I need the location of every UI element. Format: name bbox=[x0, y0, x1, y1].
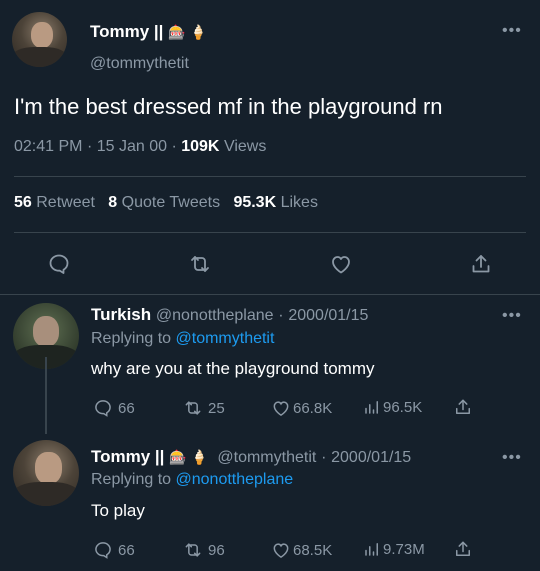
more-options-icon[interactable]: ••• bbox=[502, 22, 522, 40]
author-emoji: 🎰 🍦 bbox=[168, 24, 207, 40]
author-name[interactable]: Tommy || 🎰 🍦 bbox=[90, 22, 207, 42]
meta-sep: · bbox=[321, 449, 327, 466]
meta-sep: · bbox=[86, 138, 93, 155]
reply-retweet-action[interactable]: 25 bbox=[183, 398, 225, 418]
like-icon[interactable] bbox=[329, 252, 353, 276]
reply-retweet-action[interactable]: 96 bbox=[183, 540, 225, 560]
quotes-count: 8 bbox=[108, 194, 118, 211]
reply-views-action[interactable]: 96.5K bbox=[363, 398, 422, 416]
share-icon[interactable] bbox=[453, 397, 473, 417]
reply-like-action[interactable]: 66.8K bbox=[271, 398, 332, 418]
tweet-text: I'm the best dressed mf in the playgroun… bbox=[14, 94, 443, 119]
retweets-count: 56 bbox=[14, 194, 32, 211]
replying-label: Replying to bbox=[91, 330, 172, 347]
reply-author-name[interactable]: Turkish bbox=[91, 305, 151, 324]
replying-to: Replying to @nonottheplane bbox=[91, 471, 293, 489]
share-icon[interactable] bbox=[469, 252, 493, 276]
replying-to-link[interactable]: @nonottheplane bbox=[176, 471, 294, 488]
more-options-icon[interactable]: ••• bbox=[502, 307, 522, 325]
views-icon bbox=[363, 398, 381, 416]
likes-stat[interactable]: 95.3K Likes bbox=[233, 194, 318, 211]
likes-label: Likes bbox=[280, 194, 318, 211]
views-count: 9.73M bbox=[383, 540, 425, 558]
views-count: 109K bbox=[181, 138, 220, 155]
retweets-stat[interactable]: 56 Retweet bbox=[14, 194, 95, 211]
retweets-label: Retweet bbox=[36, 194, 95, 211]
reply-author-handle[interactable]: @tommythetit bbox=[217, 449, 316, 466]
reply-date[interactable]: 2000/01/15 bbox=[288, 307, 368, 324]
divider bbox=[14, 232, 526, 233]
replying-to-link[interactable]: @tommythetit bbox=[176, 330, 275, 347]
reply-author-handle[interactable]: @nonottheplane bbox=[156, 307, 274, 324]
reply-text: To play bbox=[91, 501, 145, 520]
like-icon bbox=[271, 540, 291, 560]
retweet-count: 25 bbox=[208, 399, 225, 417]
replying-to: Replying to @tommythetit bbox=[91, 330, 274, 348]
reply-reply-action[interactable]: 66 bbox=[93, 540, 135, 560]
reply-icon bbox=[93, 540, 113, 560]
tweet-date[interactable]: 15 Jan 00 bbox=[97, 138, 167, 155]
reply-count: 66 bbox=[118, 399, 135, 417]
retweet-icon[interactable] bbox=[188, 252, 212, 276]
replying-label: Replying to bbox=[91, 471, 172, 488]
like-icon bbox=[271, 398, 291, 418]
divider bbox=[0, 294, 540, 295]
author-avatar[interactable] bbox=[12, 12, 67, 67]
author-emoji: 🎰 🍦 bbox=[169, 449, 208, 465]
views-count: 96.5K bbox=[383, 398, 423, 416]
tweet-stats: 56 Retweet 8 Quote Tweets 95.3K Likes bbox=[14, 194, 318, 212]
views-label: Views bbox=[223, 138, 267, 155]
reply-author-name[interactable]: Tommy || bbox=[91, 447, 164, 466]
author-handle[interactable]: @tommythetit bbox=[90, 55, 189, 73]
reply-reply-action[interactable]: 66 bbox=[93, 398, 135, 418]
reply-count: 66 bbox=[118, 541, 135, 559]
meta-sep: · bbox=[171, 138, 177, 155]
reply-views-action[interactable]: 9.73M bbox=[363, 540, 425, 558]
quotes-label: Quote Tweets bbox=[121, 194, 221, 211]
retweet-icon bbox=[183, 540, 203, 560]
reply-text: why are you at the playground tommy bbox=[91, 359, 375, 378]
likes-count: 95.3K bbox=[233, 194, 277, 211]
tweet-meta: 02:41 PM · 15 Jan 00 · 109K Views bbox=[14, 138, 266, 156]
reply-icon[interactable] bbox=[47, 252, 71, 276]
quotes-stat[interactable]: 8 Quote Tweets bbox=[108, 194, 220, 211]
reply-date[interactable]: 2000/01/15 bbox=[331, 449, 411, 466]
tweet-time[interactable]: 02:41 PM bbox=[14, 138, 82, 155]
meta-sep: · bbox=[278, 307, 284, 324]
retweet-count: 96 bbox=[208, 541, 225, 559]
reply-like-action[interactable]: 68.5K bbox=[271, 540, 332, 560]
reply-avatar[interactable] bbox=[13, 440, 79, 506]
thread-line bbox=[45, 357, 47, 434]
like-count: 66.8K bbox=[293, 399, 333, 417]
like-count: 68.5K bbox=[293, 541, 333, 559]
reply-icon bbox=[93, 398, 113, 418]
reply-header: Tommy || 🎰 🍦 @tommythetit · 2000/01/15 bbox=[91, 447, 411, 467]
retweet-icon bbox=[183, 398, 203, 418]
share-icon[interactable] bbox=[453, 539, 473, 559]
author-name-text[interactable]: Tommy || bbox=[90, 22, 163, 41]
reply-header: Turkish @nonottheplane · 2000/01/15 bbox=[91, 305, 368, 325]
divider bbox=[14, 176, 526, 177]
more-options-icon[interactable]: ••• bbox=[502, 449, 522, 467]
views-icon bbox=[363, 540, 381, 558]
